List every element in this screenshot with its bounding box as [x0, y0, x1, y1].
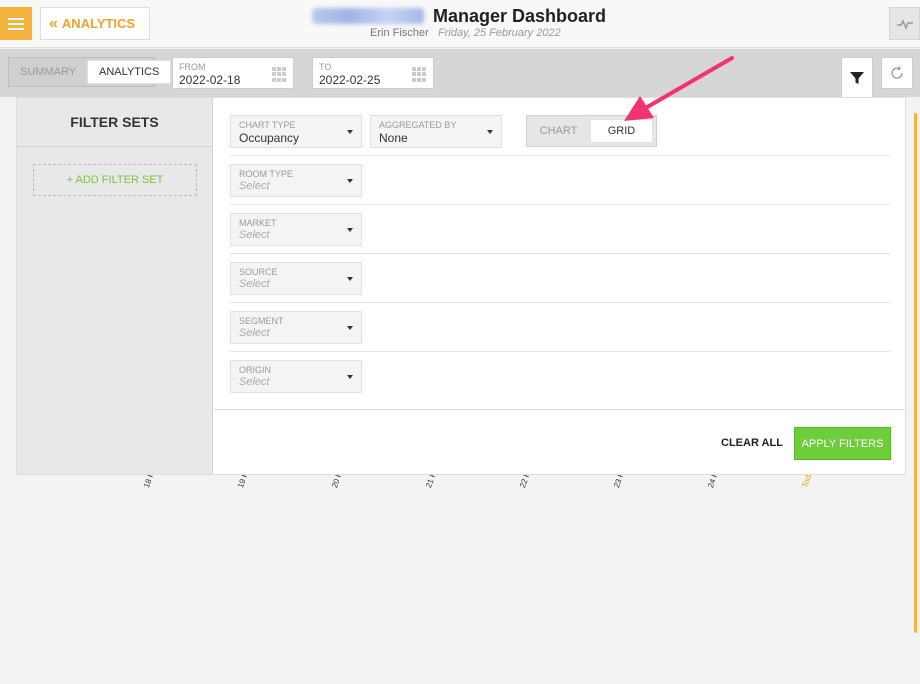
tab-summary[interactable]: SUMMARY: [9, 60, 87, 84]
calendar-grid-icon[interactable]: [412, 67, 427, 82]
view-segmented-control: SUMMARY ANALYTICS: [8, 57, 172, 87]
filter-row: MARKET Select: [230, 205, 890, 254]
current-date: Friday, 25 February 2022: [438, 27, 561, 39]
filter-sets-sidebar: FILTER SETS + ADD FILTER SET: [17, 98, 213, 474]
origin-placeholder: Select: [239, 376, 270, 388]
filter-row: CHART TYPE Occupancy AGGREGATED BY None …: [230, 98, 890, 156]
double-chevron-left-icon: «: [49, 14, 58, 32]
filter-row: SOURCE Select: [230, 254, 890, 303]
filter-row: SEGMENT Select: [230, 303, 890, 352]
add-filter-set-button[interactable]: + ADD FILTER SET: [33, 164, 197, 196]
tab-analytics[interactable]: ANALYTICS: [87, 60, 172, 84]
market-select[interactable]: MARKET Select: [230, 213, 362, 246]
hotel-name-redacted: [312, 8, 424, 24]
chart-type-select[interactable]: CHART TYPE Occupancy: [230, 115, 362, 148]
hamburger-menu-icon[interactable]: [0, 7, 32, 40]
segment-placeholder: Select: [239, 327, 270, 339]
to-value: 2022-02-25: [319, 73, 381, 87]
caret-down-icon: [347, 277, 353, 281]
toolbar: SUMMARY ANALYTICS FROM 2022-02-18 TO 202…: [0, 49, 920, 97]
to-label: TO: [319, 62, 332, 72]
from-value: 2022-02-18: [179, 73, 241, 87]
scrollbar[interactable]: [914, 113, 917, 633]
chart-type-value: Occupancy: [239, 131, 300, 145]
from-date-field[interactable]: FROM 2022-02-18: [172, 57, 294, 89]
filter-footer: CLEAR ALL APPLY FILTERS: [214, 409, 905, 474]
segment-select[interactable]: SEGMENT Select: [230, 311, 362, 344]
refresh-icon[interactable]: [881, 57, 913, 89]
chart-grid-toggle: CHART GRID: [526, 115, 657, 147]
aggregated-by-select[interactable]: AGGREGATED BY None: [370, 115, 502, 148]
filter-panel: FILTER SETS + ADD FILTER SET CHART TYPE …: [16, 97, 906, 475]
calendar-grid-icon[interactable]: [272, 67, 287, 82]
source-select[interactable]: SOURCE Select: [230, 262, 362, 295]
caret-down-icon: [347, 326, 353, 330]
segment-label: SEGMENT: [239, 316, 284, 326]
activity-pulse-icon[interactable]: [889, 7, 920, 40]
source-label: SOURCE: [239, 267, 278, 277]
filter-row: ROOM TYPE Select: [230, 156, 890, 205]
apply-filters-button[interactable]: APPLY FILTERS: [794, 427, 891, 460]
aggregated-by-value: None: [379, 131, 408, 145]
to-date-field[interactable]: TO 2022-02-25: [312, 57, 434, 89]
back-button-label: ANALYTICS: [61, 16, 136, 31]
room-type-placeholder: Select: [239, 180, 270, 192]
filter-content: CHART TYPE Occupancy AGGREGATED BY None …: [214, 98, 905, 474]
page-title: Manager Dashboard: [433, 6, 607, 26]
back-to-analytics-button[interactable]: « ANALYTICS: [40, 7, 150, 40]
toggle-chart[interactable]: CHART: [527, 119, 590, 143]
toggle-grid[interactable]: GRID: [590, 119, 653, 143]
clear-all-button[interactable]: CLEAR ALL: [721, 437, 783, 449]
market-label: MARKET: [239, 218, 277, 228]
caret-down-icon: [347, 130, 353, 134]
app-header: « ANALYTICS Manager Dashboard Erin Fisch…: [0, 0, 920, 48]
user-name: Erin Fischer: [370, 27, 429, 39]
filter-row: ORIGIN Select: [230, 352, 890, 401]
caret-down-icon: [347, 375, 353, 379]
source-placeholder: Select: [239, 278, 270, 290]
filter-funnel-icon[interactable]: [841, 57, 873, 97]
from-label: FROM: [179, 62, 206, 72]
room-type-select[interactable]: ROOM TYPE Select: [230, 164, 362, 197]
aggregated-by-label: AGGREGATED BY: [379, 120, 457, 130]
filter-sets-title: FILTER SETS: [17, 98, 212, 147]
market-placeholder: Select: [239, 229, 270, 241]
origin-select[interactable]: ORIGIN Select: [230, 360, 362, 393]
room-type-label: ROOM TYPE: [239, 169, 293, 179]
origin-label: ORIGIN: [239, 365, 272, 375]
caret-down-icon: [347, 228, 353, 232]
chart-type-label: CHART TYPE: [239, 120, 296, 130]
caret-down-icon: [347, 179, 353, 183]
caret-down-icon: [487, 130, 493, 134]
